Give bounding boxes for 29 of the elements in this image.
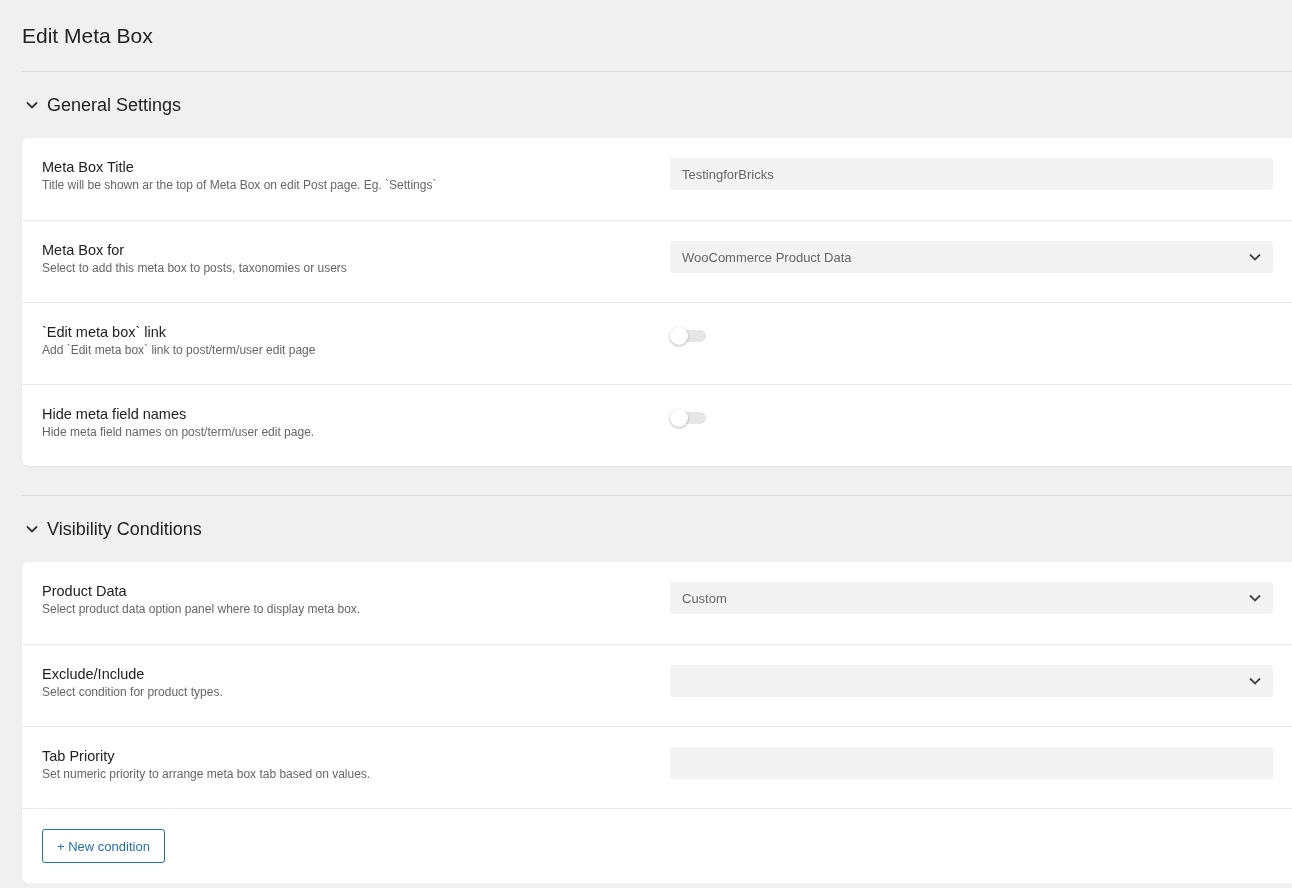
section-title: General Settings xyxy=(47,94,182,116)
field-description: Set numeric priority to arrange meta box tab based on values. xyxy=(42,767,371,781)
field-label: Hide meta field names xyxy=(42,406,187,422)
input-field[interactable]: TestingforBricks xyxy=(670,158,1273,190)
chevron-down-icon[interactable] xyxy=(26,101,38,109)
chevron-down-icon xyxy=(1249,594,1261,602)
page-title: Edit Meta Box xyxy=(22,23,154,48)
toggle-switch[interactable] xyxy=(670,327,706,343)
field-description: Select condition for product types. xyxy=(42,685,223,699)
field-label: Meta Box for xyxy=(42,242,125,258)
field-label: Tab Priority xyxy=(42,748,115,764)
chevron-down-icon[interactable] xyxy=(26,525,38,533)
toggle-switch[interactable] xyxy=(670,409,706,425)
chevron-down-icon xyxy=(1249,677,1261,685)
field-description: Hide meta field names on post/term/user edit page. xyxy=(42,425,315,439)
chevron-down-icon xyxy=(1249,253,1261,261)
dropdown[interactable] xyxy=(670,665,1273,697)
field-label: Meta Box Title xyxy=(42,159,134,175)
dropdown[interactable]: WooCommerce Product Data xyxy=(670,241,1273,273)
field-label: `Edit meta box` link xyxy=(42,324,167,340)
field-description: Select product data option panel where to display meta box. xyxy=(42,602,361,616)
field-label: Exclude/Include xyxy=(42,666,145,682)
field-description: Title will be shown ar the top of Meta Box on edit Post page. Eg. `Settings` xyxy=(42,178,437,192)
dropdown[interactable]: Custom xyxy=(670,582,1273,614)
field-description: Add `Edit meta box` link to post/term/user edit page xyxy=(42,343,316,357)
new-condition-button[interactable]: + New condition xyxy=(42,829,165,863)
field-description: Select to add this meta box to posts, taxonomies or users xyxy=(42,261,347,275)
field-label: Product Data xyxy=(42,583,127,599)
section-title: Visibility Conditions xyxy=(47,518,202,540)
